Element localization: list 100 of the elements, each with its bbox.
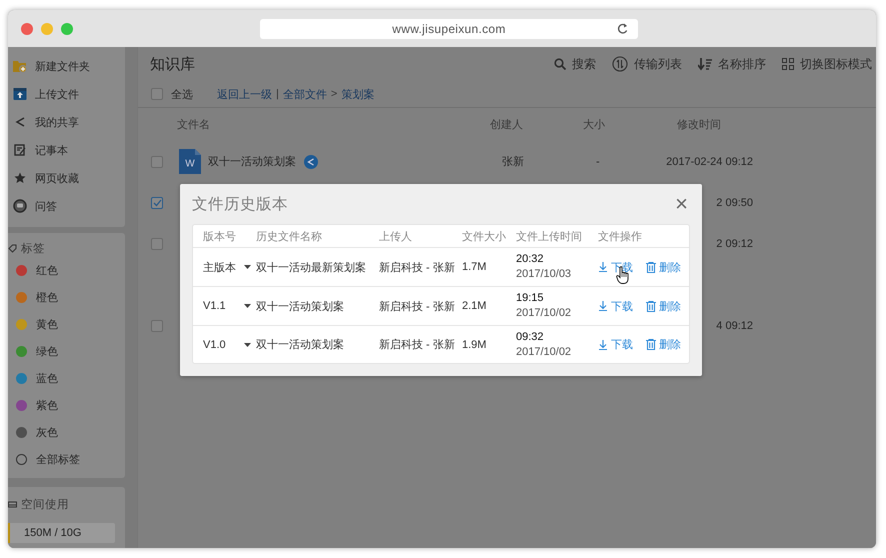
dropdown-caret-icon[interactable] bbox=[244, 304, 251, 308]
sidebar-item[interactable]: 新建文件夹 bbox=[8, 52, 125, 80]
breadcrumb-link[interactable]: 返回上一级 bbox=[217, 86, 272, 102]
close-button[interactable]: × bbox=[675, 193, 688, 215]
column-header: 文件大小 bbox=[462, 230, 507, 244]
table-cell: 1.7M bbox=[462, 261, 486, 273]
close-window-button[interactable] bbox=[21, 22, 33, 34]
refresh-icon[interactable] bbox=[617, 22, 628, 34]
section-title: 空间使用 bbox=[21, 497, 69, 512]
breadcrumb-link[interactable]: 策划案 bbox=[341, 86, 374, 102]
toolbar-button[interactable]: 名称排序 bbox=[698, 56, 766, 72]
version-label: 主版本 bbox=[203, 260, 236, 274]
column-header: 文件名 bbox=[177, 118, 211, 132]
dropdown-caret-icon[interactable] bbox=[244, 265, 251, 269]
delete-link[interactable]: 删除 bbox=[646, 260, 681, 274]
breadcrumb-separator: > bbox=[330, 88, 338, 100]
upload-date: 2017/10/02 bbox=[516, 306, 572, 321]
table-cell: 4 09:12 bbox=[716, 320, 753, 332]
trash-icon bbox=[646, 300, 656, 312]
sidebar-item[interactable]: 上传文件 bbox=[8, 80, 125, 108]
checkbox[interactable] bbox=[151, 320, 163, 332]
upload-time: 19:15 bbox=[516, 291, 545, 306]
sidebar-item[interactable]: 我的共享 bbox=[8, 108, 125, 136]
tag-item[interactable]: 全部标签 bbox=[8, 446, 125, 473]
tag-item[interactable]: 红色 bbox=[8, 257, 125, 284]
share-icon bbox=[13, 116, 27, 128]
section-title: 标签 bbox=[21, 242, 45, 256]
toolbar-button[interactable]: 搜索 bbox=[554, 56, 596, 72]
download-link[interactable]: 下载 bbox=[598, 260, 633, 274]
maximize-window-button[interactable] bbox=[61, 22, 73, 34]
grid-icon bbox=[782, 58, 794, 70]
version-label: V1.1 bbox=[203, 300, 226, 312]
sidebar-item[interactable]: 问答 bbox=[8, 192, 125, 220]
address-bar[interactable]: www.jisupeixun.com bbox=[260, 18, 638, 38]
minimize-window-button[interactable] bbox=[41, 22, 53, 34]
toolbar-button[interactable]: 切换图标模式 bbox=[782, 56, 872, 72]
breadcrumb-separator: | bbox=[276, 88, 279, 100]
column-header: 历史文件名称 bbox=[256, 230, 323, 244]
table-cell: 双十一活动最新策划案 bbox=[256, 262, 366, 274]
checkbox[interactable] bbox=[151, 156, 163, 168]
word-document-icon: W bbox=[179, 149, 201, 174]
trash-icon bbox=[646, 339, 656, 350]
all-tags-circle-icon bbox=[16, 454, 27, 465]
download-icon bbox=[598, 340, 608, 350]
column-header: 版本号 bbox=[203, 230, 237, 244]
star-icon bbox=[13, 172, 27, 184]
chat-icon bbox=[13, 199, 27, 213]
upload-date: 2017/10/03 bbox=[516, 267, 572, 282]
download-link[interactable]: 下载 bbox=[598, 298, 633, 314]
checkbox[interactable] bbox=[151, 196, 163, 208]
upload-time: 20:32 bbox=[516, 252, 545, 267]
table-cell: 新启科技 - 张新 bbox=[379, 339, 455, 351]
select-all-label: 全选 bbox=[171, 88, 193, 102]
sidebar-item[interactable]: 记事本 bbox=[8, 136, 125, 164]
tag-item[interactable]: 黄色 bbox=[8, 311, 125, 338]
upload-date: 2017/10/02 bbox=[516, 344, 572, 360]
tag-item[interactable]: 紫色 bbox=[8, 392, 125, 419]
file-name[interactable]: 双十一活动策划案 bbox=[208, 154, 296, 169]
column-header: 大小 bbox=[583, 118, 606, 132]
delete-link[interactable]: 删除 bbox=[646, 337, 681, 352]
storage-reading: 150M / 10G bbox=[23, 527, 82, 539]
download-icon bbox=[598, 301, 608, 311]
folder-plus-icon bbox=[13, 60, 27, 72]
column-header: 创建人 bbox=[490, 118, 524, 132]
checkbox[interactable] bbox=[151, 88, 163, 100]
breadcrumb-link[interactable]: 全部文件 bbox=[282, 86, 327, 102]
column-header: 文件上传时间 bbox=[516, 230, 583, 244]
toolbar-button[interactable]: 传输列表 bbox=[612, 56, 682, 72]
tag-item[interactable]: 橙色 bbox=[8, 284, 125, 311]
table-cell: 张新 bbox=[502, 156, 524, 168]
tag-item[interactable]: 灰色 bbox=[8, 419, 125, 446]
table-cell: - bbox=[596, 156, 600, 168]
download-icon bbox=[598, 262, 608, 272]
sort-icon bbox=[698, 58, 712, 70]
tag-item[interactable]: 蓝色 bbox=[8, 365, 125, 392]
table-cell: 双十一活动策划案 bbox=[256, 339, 344, 351]
tag-item[interactable]: 绿色 bbox=[8, 338, 125, 365]
notepad-icon bbox=[13, 144, 27, 156]
table-cell: 新启科技 - 张新 bbox=[379, 262, 455, 274]
column-header: 上传人 bbox=[379, 230, 413, 244]
table-cell: 2 09:50 bbox=[716, 196, 753, 208]
page-title: 知识库 bbox=[150, 54, 196, 74]
table-cell: 2.1M bbox=[462, 300, 486, 312]
dropdown-caret-icon[interactable] bbox=[244, 342, 251, 346]
upload-icon bbox=[13, 88, 27, 100]
dialog-title: 文件历史版本 bbox=[192, 194, 288, 214]
download-link[interactable]: 下载 bbox=[598, 337, 633, 352]
trash-icon bbox=[646, 262, 656, 272]
table-cell: 新启科技 - 张新 bbox=[379, 300, 455, 312]
delete-link[interactable]: 删除 bbox=[646, 298, 681, 314]
upload-time: 09:32 bbox=[516, 330, 545, 344]
column-header: 修改时间 bbox=[677, 118, 721, 132]
table-cell: 2 09:12 bbox=[716, 238, 753, 250]
checkbox[interactable] bbox=[151, 238, 163, 250]
tag-icon bbox=[8, 244, 17, 252]
version-label: V1.0 bbox=[203, 338, 226, 350]
search-icon bbox=[554, 58, 566, 70]
sidebar-item[interactable]: 网页收藏 bbox=[8, 164, 125, 192]
table-cell: 双十一活动策划案 bbox=[256, 300, 344, 312]
transfer-icon bbox=[612, 56, 628, 72]
